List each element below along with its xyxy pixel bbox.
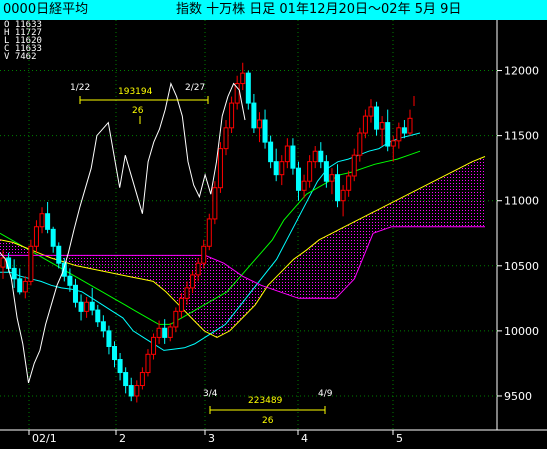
- annotation-days: 26: [262, 416, 274, 426]
- candle-down: [323, 161, 329, 182]
- candle-up: [201, 245, 207, 264]
- candle-up: [396, 127, 402, 142]
- candle-down: [295, 167, 302, 191]
- candle-up: [173, 310, 179, 328]
- candle-up: [190, 274, 196, 289]
- annotation-start-date: 1/22: [70, 83, 90, 93]
- candle-up: [134, 385, 140, 397]
- candle-up: [362, 115, 368, 134]
- candle-up: [178, 297, 184, 312]
- candle-up: [229, 102, 235, 129]
- candle-down: [335, 174, 341, 202]
- x-tick-label: 5: [396, 432, 403, 445]
- candle-down: [106, 330, 112, 348]
- candle-up: [139, 372, 145, 387]
- candle-up: [407, 117, 413, 134]
- candle-down: [262, 119, 268, 143]
- annotation-volume: 193194: [118, 87, 153, 97]
- candle-up: [167, 326, 173, 338]
- candle-down: [374, 106, 380, 130]
- candle-down: [78, 301, 84, 312]
- annotation-end-date: 4/9: [318, 389, 333, 399]
- annotation-start-date: 3/4: [203, 389, 218, 399]
- candle-down: [123, 372, 129, 387]
- candle-down: [45, 213, 51, 230]
- y-tick-label: 9500: [504, 390, 532, 403]
- x-tick-label: 4: [301, 432, 308, 445]
- y-tick-label: 10500: [504, 260, 539, 273]
- candle-down: [17, 278, 23, 293]
- candle-down: [128, 385, 134, 397]
- price-chart[interactable]: 9500 10000 10500 11000 11500 12000 02/1 2 3 4 5 1/2…: [0, 0, 547, 449]
- candle-down: [100, 321, 106, 332]
- candle-up: [379, 122, 385, 130]
- candle-up: [33, 226, 39, 247]
- candle-up: [346, 175, 352, 191]
- candle-up: [223, 127, 229, 150]
- x-tick-label: 3: [208, 432, 215, 445]
- candle-down: [268, 141, 274, 163]
- ichimoku-cloud: [0, 156, 485, 338]
- candle-down: [290, 145, 296, 169]
- candle-up: [390, 140, 396, 147]
- y-tick-label: 11000: [504, 195, 539, 208]
- candle-up: [39, 213, 45, 228]
- candle-down: [245, 72, 251, 104]
- candle-up: [240, 72, 246, 85]
- candle-up: [307, 161, 313, 182]
- candle-up: [156, 327, 162, 338]
- candle-up: [340, 189, 346, 202]
- candle-down: [111, 346, 118, 361]
- candle-up: [0, 257, 6, 268]
- candle-up: [212, 187, 218, 220]
- candle-up: [279, 161, 285, 176]
- candle-down: [318, 150, 324, 163]
- candle-up: [312, 150, 318, 163]
- candle-up: [256, 119, 262, 129]
- candle-down: [273, 161, 279, 176]
- x-tick-label: 02/1: [32, 432, 57, 445]
- candle-up: [284, 145, 290, 163]
- candle-down: [251, 102, 257, 129]
- chart-window: 0000日経平均 指数 十万株 日足 01年12月20日〜02年 5月 9日 O…: [0, 0, 547, 449]
- candle-down: [385, 122, 391, 147]
- y-tick-label: 10000: [504, 325, 539, 338]
- candle-up: [301, 180, 307, 191]
- annotation-volume: 223489: [248, 396, 283, 406]
- candle-down: [162, 327, 168, 338]
- candle-up: [206, 218, 212, 247]
- annotation-days: 26: [132, 106, 144, 116]
- candle-up: [329, 174, 335, 182]
- candle-up: [151, 336, 157, 355]
- candle-up: [217, 148, 223, 189]
- candle-down: [117, 359, 123, 374]
- candle-down: [67, 275, 73, 286]
- candle-down: [89, 301, 95, 311]
- x-tick-label: 2: [119, 432, 126, 445]
- y-tick-label: 12000: [504, 65, 539, 78]
- annotation-end-date: 2/27: [185, 83, 205, 93]
- y-tick-label: 11500: [504, 130, 539, 143]
- candle-down: [56, 245, 62, 264]
- candle-down: [401, 127, 407, 134]
- candle-up: [22, 280, 28, 293]
- candle-up: [84, 301, 90, 312]
- candle-up: [28, 245, 34, 282]
- candle-up: [357, 132, 363, 156]
- candle-up: [351, 154, 357, 177]
- candle-down: [95, 309, 101, 323]
- candle-up: [195, 262, 201, 276]
- candle-down: [50, 228, 56, 247]
- candle-up: [184, 287, 190, 299]
- candle-up: [145, 353, 151, 374]
- candle-down: [72, 284, 78, 303]
- candle-up: [368, 106, 374, 117]
- candle-down: [11, 267, 17, 280]
